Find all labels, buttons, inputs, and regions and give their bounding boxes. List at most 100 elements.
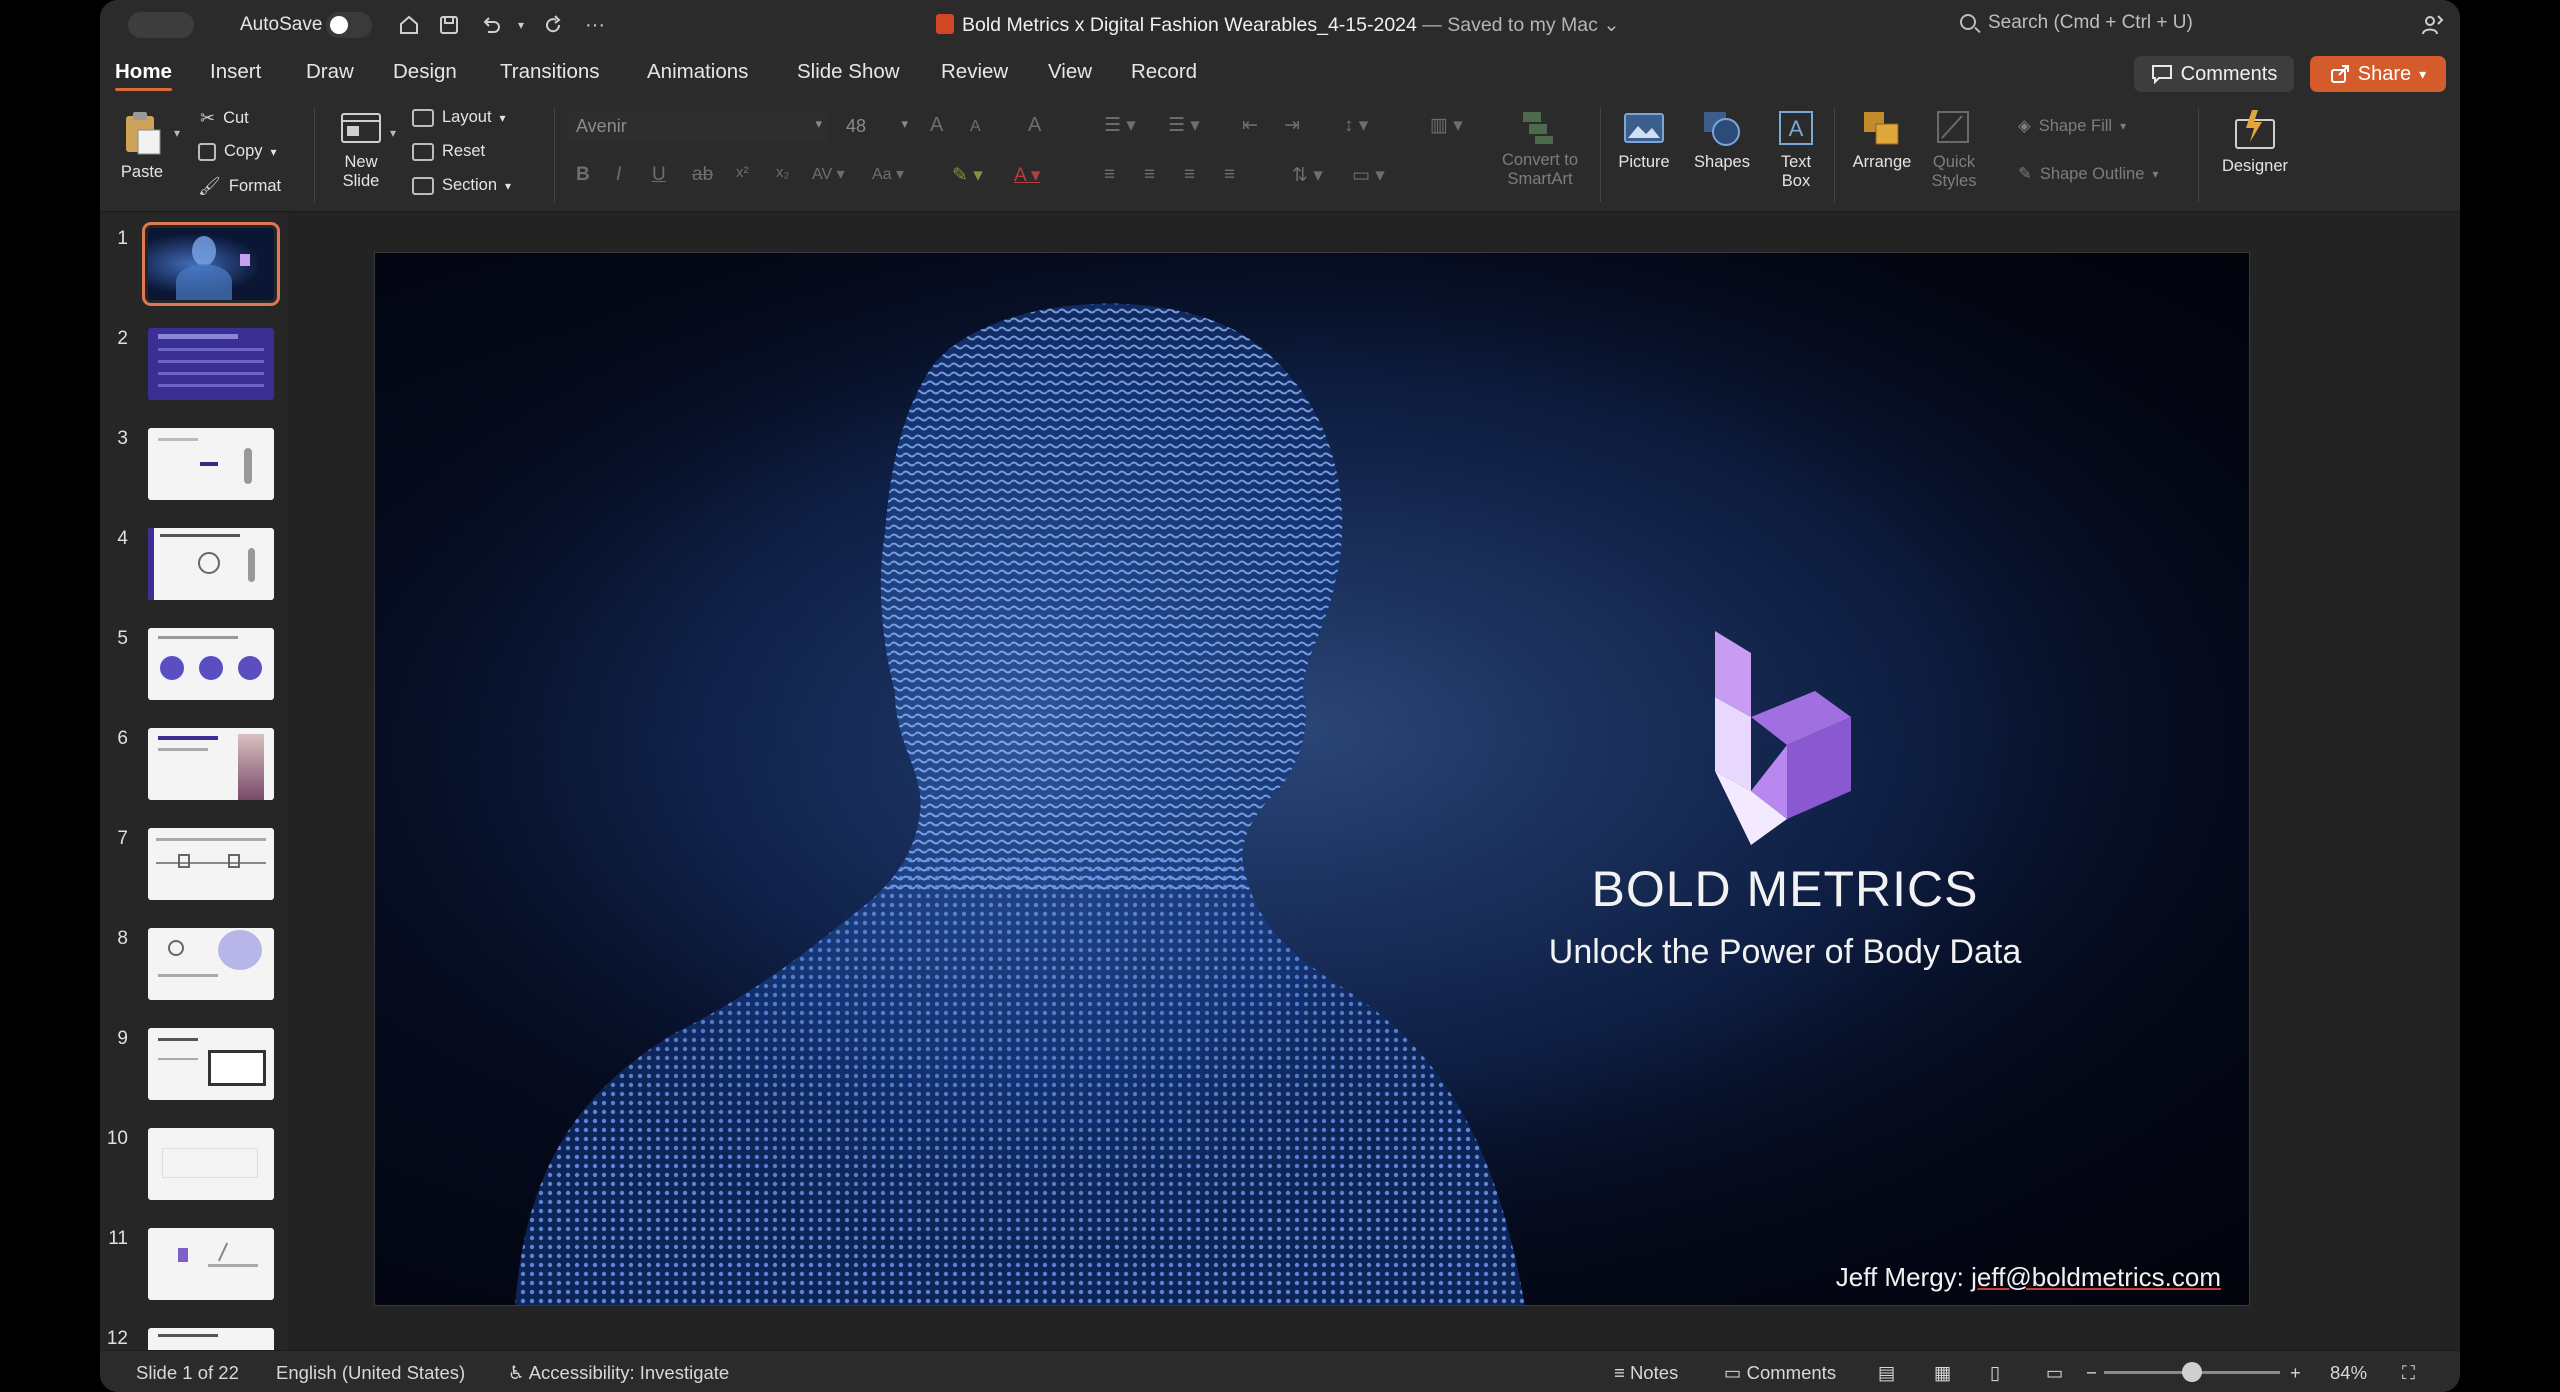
- reading-view-icon[interactable]: ▯: [1990, 1362, 2000, 1384]
- chevron-down-icon[interactable]: ▾: [174, 126, 180, 140]
- slide-thumbnail-5[interactable]: [148, 628, 274, 700]
- fit-to-window-icon[interactable]: ⛶: [2402, 1362, 2415, 1384]
- zoom-in-icon[interactable]: +: [2290, 1362, 2301, 1384]
- zoom-out-icon[interactable]: −: [2086, 1362, 2097, 1384]
- slide-thumbnail-11[interactable]: [148, 1228, 274, 1300]
- tab-slide-show[interactable]: Slide Show: [797, 60, 900, 84]
- format-painter-button[interactable]: 🖌 Format: [198, 176, 281, 197]
- italic-icon[interactable]: I: [616, 164, 621, 186]
- paste-label: Paste: [120, 163, 164, 181]
- chevron-down-icon[interactable]: ⌄: [1598, 14, 1619, 36]
- tab-animations[interactable]: Animations: [647, 60, 748, 84]
- align-right-icon[interactable]: ≡: [1184, 164, 1195, 186]
- share-people-icon[interactable]: [2418, 10, 2448, 40]
- tab-insert[interactable]: Insert: [210, 60, 261, 84]
- decrease-font-size-icon[interactable]: A: [970, 118, 981, 136]
- slide-thumbnail-3[interactable]: [148, 428, 274, 500]
- line-spacing-icon[interactable]: ↕ ▾: [1344, 114, 1368, 137]
- justify-icon[interactable]: ≡: [1224, 164, 1235, 186]
- slide-thumbnail-12[interactable]: [148, 1328, 274, 1350]
- tab-design[interactable]: Design: [393, 60, 457, 84]
- chevron-down-icon: ▾: [901, 116, 908, 131]
- increase-indent-icon[interactable]: ⇥: [1284, 114, 1300, 137]
- slide-thumbnail-10[interactable]: [148, 1128, 274, 1200]
- reset-button[interactable]: Reset: [412, 142, 485, 161]
- slide-thumbnails-panel[interactable]: 1 2 3 4 5 6 7 8 9 10 11 12: [100, 212, 290, 1350]
- normal-view-icon[interactable]: ▤: [1878, 1362, 1895, 1384]
- slide-thumbnail-2[interactable]: [148, 328, 274, 400]
- align-text-icon[interactable]: ▭ ▾: [1352, 164, 1385, 187]
- character-spacing-icon[interactable]: AV ▾: [812, 164, 845, 184]
- slide-thumbnail-6[interactable]: [148, 728, 274, 800]
- font-name-field[interactable]: Avenir ▾: [568, 112, 828, 142]
- change-case-icon[interactable]: Aa ▾: [872, 164, 904, 184]
- shape-outline-button[interactable]: ✎ Shape Outline ▾: [2018, 164, 2158, 184]
- slide-thumbnail-7[interactable]: [148, 828, 274, 900]
- align-left-icon[interactable]: ≡: [1104, 164, 1115, 186]
- undo-dropdown-icon[interactable]: ▾: [506, 10, 536, 40]
- tab-review[interactable]: Review: [941, 60, 1008, 84]
- picture-button[interactable]: Picture: [1606, 108, 1682, 172]
- paste-button[interactable]: Paste: [114, 108, 170, 182]
- tab-draw[interactable]: Draw: [306, 60, 354, 84]
- slide-thumbnail-9[interactable]: [148, 1028, 274, 1100]
- numbering-icon[interactable]: ☰ ▾: [1168, 114, 1200, 137]
- slide-thumbnail-1[interactable]: [142, 222, 280, 306]
- accessibility-status[interactable]: ♿ Accessibility: Investigate: [508, 1362, 729, 1384]
- subscript-icon[interactable]: x₂: [776, 164, 789, 181]
- superscript-icon[interactable]: x²: [736, 164, 749, 181]
- decrease-indent-icon[interactable]: ⇤: [1242, 114, 1258, 137]
- bullets-icon[interactable]: ☰ ▾: [1104, 114, 1136, 137]
- autosave-toggle[interactable]: [326, 12, 372, 38]
- underline-icon[interactable]: U: [652, 164, 666, 186]
- more-icon[interactable]: ···: [580, 10, 610, 40]
- save-status[interactable]: — Saved to my Mac: [1422, 14, 1598, 36]
- columns-icon[interactable]: ▥ ▾: [1430, 114, 1463, 137]
- window-controls[interactable]: [128, 12, 194, 38]
- undo-icon[interactable]: [476, 10, 506, 40]
- contact-email-link[interactable]: jeff@boldmetrics.com: [1971, 1262, 2221, 1292]
- font-size-field[interactable]: 48 ▾: [840, 112, 910, 142]
- highlight-color-icon[interactable]: ✎ ▾: [952, 164, 983, 187]
- clear-formatting-icon[interactable]: A: [1028, 114, 1041, 137]
- increase-font-size-icon[interactable]: A: [930, 114, 943, 137]
- shapes-button[interactable]: Shapes: [1684, 108, 1760, 172]
- comments-button[interactable]: Comments: [2134, 56, 2294, 92]
- home-icon[interactable]: [394, 10, 424, 40]
- tab-record[interactable]: Record: [1131, 60, 1197, 84]
- slide-1[interactable]: BOLD METRICS Unlock the Power of Body Da…: [374, 252, 2250, 1306]
- redo-icon[interactable]: [538, 10, 568, 40]
- slide-thumbnail-4[interactable]: [148, 528, 274, 600]
- zoom-level[interactable]: 84%: [2330, 1362, 2367, 1384]
- bold-icon[interactable]: B: [576, 164, 590, 186]
- slide-sorter-icon[interactable]: ▦: [1934, 1362, 1951, 1384]
- layout-button[interactable]: Layout ▾: [412, 108, 506, 127]
- chevron-down-icon[interactable]: ▾: [390, 126, 396, 140]
- new-slide-button[interactable]: New Slide: [328, 108, 394, 191]
- font-color-icon[interactable]: A ▾: [1014, 164, 1040, 187]
- strikethrough-icon[interactable]: ab: [692, 164, 713, 186]
- tab-transitions[interactable]: Transitions: [500, 60, 600, 84]
- align-center-icon[interactable]: ≡: [1144, 164, 1155, 186]
- tab-view[interactable]: View: [1048, 60, 1092, 84]
- slide-thumbnail-8[interactable]: [148, 928, 274, 1000]
- section-button[interactable]: Section ▾: [412, 176, 511, 195]
- arrange-button[interactable]: Arrange: [1844, 108, 1920, 172]
- save-icon[interactable]: [434, 10, 464, 40]
- language-indicator[interactable]: English (United States): [276, 1362, 465, 1384]
- shape-fill-button[interactable]: ◈ Shape Fill ▾: [2018, 116, 2126, 136]
- cut-button[interactable]: ✂ Cut: [200, 108, 249, 129]
- textbox-button[interactable]: A Text Box: [1766, 108, 1826, 191]
- designer-button[interactable]: Designer: [2210, 108, 2300, 176]
- slide-show-view-icon[interactable]: ▭: [2046, 1362, 2063, 1384]
- convert-smartart-button[interactable]: Convert to SmartArt: [1480, 106, 1600, 189]
- search-box[interactable]: Search (Cmd + Ctrl + U): [1960, 12, 2380, 40]
- status-comments-button[interactable]: ▭ Comments: [1724, 1362, 1836, 1384]
- tab-home[interactable]: Home: [115, 60, 172, 91]
- text-direction-icon[interactable]: ⇅ ▾: [1292, 164, 1323, 187]
- quick-styles-button[interactable]: Quick Styles: [1922, 108, 1986, 191]
- share-button[interactable]: Share ▾: [2310, 56, 2446, 92]
- copy-button[interactable]: Copy ▾: [198, 142, 277, 161]
- notes-button[interactable]: ≡ Notes: [1614, 1362, 1678, 1384]
- zoom-slider-handle[interactable]: [2182, 1362, 2202, 1382]
